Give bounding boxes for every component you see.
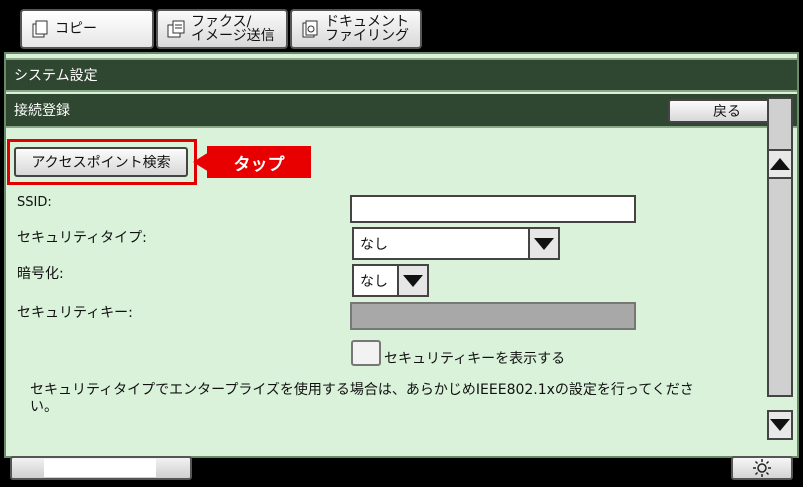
arrow-down-icon (770, 419, 790, 431)
tab-document-filing[interactable]: ドキュメント ファイリング (290, 9, 422, 49)
document-filing-icon (302, 20, 318, 38)
encryption-label: 暗号化: (17, 266, 64, 282)
security-key-label: セキュリティキー: (17, 305, 133, 321)
security-type-label: セキュリティタイプ: (17, 230, 147, 246)
chevron-down-icon (397, 266, 427, 295)
copy-icon (32, 20, 48, 38)
tab-document-filing-label: ドキュメント ファイリング (325, 14, 409, 44)
info-note-line2: い。 (30, 399, 58, 415)
tab-copy[interactable]: コピー (20, 9, 154, 49)
callout-highlight (7, 139, 197, 185)
scroll-up-button[interactable] (767, 149, 793, 179)
security-type-select[interactable]: なし (352, 227, 560, 260)
scroll-down-button[interactable] (767, 410, 793, 440)
tab-copy-label: コピー (55, 21, 97, 37)
info-note-line1: セキュリティタイプでエンタープライズを使用する場合は、あらかじめIEEE802.… (30, 382, 694, 398)
job-status-field (44, 459, 156, 477)
show-key-label[interactable]: セキュリティキーを表示する (384, 348, 565, 368)
encryption-select[interactable]: なし (352, 264, 429, 297)
brightness-button[interactable] (731, 456, 793, 480)
section-title-label: 接続登録 (14, 103, 70, 119)
ssid-label: SSID: (17, 195, 52, 210)
job-status-bar[interactable] (10, 456, 192, 480)
security-type-value: なし (360, 236, 388, 253)
fax-icon (167, 20, 185, 38)
security-key-input (350, 302, 636, 330)
ssid-input[interactable] (350, 195, 636, 223)
scrollbar-track[interactable] (767, 97, 793, 397)
sun-icon (753, 459, 771, 477)
chevron-down-icon (528, 229, 558, 258)
page-title: システム設定 (6, 58, 797, 92)
tab-fax-image-send[interactable]: ファクス/ イメージ送信 (156, 9, 288, 49)
callout-tap-label: タップ (207, 146, 311, 178)
tab-fax-label: ファクス/ イメージ送信 (191, 14, 275, 44)
arrow-up-icon (770, 158, 790, 170)
encryption-value: なし (360, 273, 388, 290)
info-note: セキュリティタイプでエンタープライズを使用する場合は、あらかじめIEEE802.… (30, 382, 770, 416)
show-key-checkbox[interactable] (351, 340, 381, 366)
